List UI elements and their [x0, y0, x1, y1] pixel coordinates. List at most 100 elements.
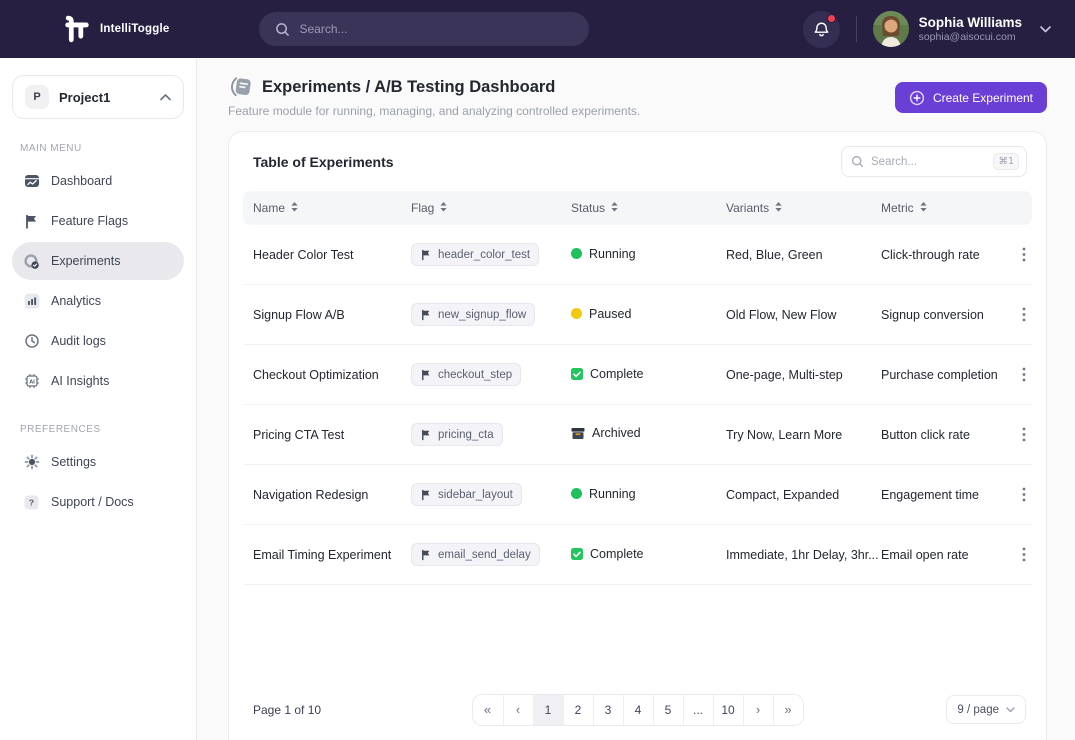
- flag-icon: [23, 213, 40, 230]
- project-name: Project1: [59, 90, 110, 105]
- row-actions-button[interactable]: [1022, 247, 1032, 262]
- column-header-name[interactable]: Name: [253, 201, 411, 215]
- search-icon: [275, 22, 290, 37]
- global-search-input[interactable]: [299, 22, 573, 36]
- experiment-metric: Email open rate: [881, 548, 1006, 562]
- table-search-input[interactable]: [871, 156, 986, 168]
- experiment-name: Navigation Redesign: [253, 488, 411, 502]
- user-name: Sophia Williams: [919, 15, 1022, 32]
- paused-status-icon: [571, 308, 582, 319]
- page-button-5[interactable]: 5: [653, 695, 683, 725]
- notification-dot: [827, 14, 836, 23]
- complete-status-icon: [571, 548, 583, 560]
- kebab-icon: [1022, 307, 1026, 322]
- kebab-icon: [1022, 547, 1026, 562]
- ai-chip-icon: AI: [23, 373, 40, 390]
- chevron-down-icon: [1040, 26, 1051, 33]
- first-page-button[interactable]: «: [473, 695, 503, 725]
- question-icon: ?: [23, 494, 40, 511]
- avatar: [873, 11, 909, 47]
- experiment-name: Signup Flow A/B: [253, 308, 411, 322]
- page-button-2[interactable]: 2: [563, 695, 593, 725]
- user-menu[interactable]: Sophia Williams sophia@aisocui.com: [873, 11, 1051, 47]
- status-badge: Paused: [571, 307, 631, 321]
- status-badge: Running: [571, 247, 636, 261]
- experiment-metric: Click-through rate: [881, 248, 1006, 262]
- flag-badge: header_color_test: [411, 243, 539, 266]
- column-header-variants[interactable]: Variants: [726, 201, 881, 215]
- sidebar-item-settings[interactable]: Settings: [12, 443, 184, 481]
- page-button-3[interactable]: 3: [593, 695, 623, 725]
- archived-status-icon: [571, 427, 585, 440]
- main-menu-label: MAIN MENU: [20, 143, 184, 154]
- last-page-button[interactable]: »: [773, 695, 803, 725]
- experiments-page-icon: [228, 75, 253, 99]
- svg-text:?: ?: [29, 497, 34, 507]
- sidebar-item-experiments[interactable]: Experiments: [12, 242, 184, 280]
- experiment-name: Header Color Test: [253, 248, 411, 262]
- complete-status-icon: [571, 368, 583, 380]
- status-badge: Running: [571, 487, 636, 501]
- experiment-variants: Red, Blue, Green: [726, 248, 881, 262]
- experiment-name: Pricing CTA Test: [253, 428, 411, 442]
- page-ellipsis[interactable]: ...: [683, 695, 713, 725]
- plus-circle-icon: [909, 90, 925, 106]
- sidebar-item-label: Experiments: [51, 254, 120, 268]
- sidebar-item-analytics[interactable]: Analytics: [12, 282, 184, 320]
- create-experiment-button[interactable]: Create Experiment: [895, 82, 1047, 113]
- sidebar: P Project1 MAIN MENU Dashboard Feature F…: [0, 58, 197, 740]
- topbar: IntelliToggle: [0, 0, 1075, 58]
- sidebar-item-label: Dashboard: [51, 174, 112, 188]
- row-actions-button[interactable]: [1022, 547, 1032, 562]
- page-button-10[interactable]: 10: [713, 695, 743, 725]
- global-search[interactable]: [259, 12, 589, 46]
- notifications-button[interactable]: [803, 11, 840, 48]
- experiment-variants: Immediate, 1hr Delay, 3hr...: [726, 548, 881, 562]
- column-header-metric[interactable]: Metric: [881, 201, 1006, 215]
- create-experiment-label: Create Experiment: [933, 91, 1033, 105]
- flag-icon: [420, 249, 432, 261]
- experiment-variants: Old Flow, New Flow: [726, 308, 881, 322]
- row-actions-button[interactable]: [1022, 367, 1032, 382]
- next-page-button[interactable]: ›: [743, 695, 773, 725]
- page-size-select[interactable]: 9 / page: [946, 695, 1026, 724]
- sidebar-item-feature-flags[interactable]: Feature Flags: [12, 202, 184, 240]
- project-selector[interactable]: P Project1: [12, 75, 184, 119]
- flag-badge: new_signup_flow: [411, 303, 535, 326]
- experiment-metric: Engagement time: [881, 488, 1006, 502]
- table-search[interactable]: ⌘1: [841, 146, 1027, 177]
- table-footer: Page 1 of 10 « ‹ 1 2 3 4 5 ... 10 › » 9 …: [229, 683, 1046, 740]
- experiment-variants: Compact, Expanded: [726, 488, 881, 502]
- table-row: Email Timing Experiment email_send_delay…: [243, 525, 1032, 585]
- row-actions-button[interactable]: [1022, 487, 1032, 502]
- row-actions-button[interactable]: [1022, 427, 1032, 442]
- sidebar-item-label: Settings: [51, 455, 96, 469]
- brand-name: IntelliToggle: [100, 23, 169, 35]
- previous-page-button[interactable]: ‹: [503, 695, 533, 725]
- status-badge: Complete: [571, 367, 644, 381]
- sidebar-item-dashboard[interactable]: Dashboard: [12, 162, 184, 200]
- page-title: Experiments / A/B Testing Dashboard: [262, 78, 555, 97]
- row-actions-button[interactable]: [1022, 307, 1032, 322]
- sort-icon: [611, 201, 618, 215]
- sidebar-item-label: Analytics: [51, 294, 101, 308]
- page-button-1[interactable]: 1: [533, 695, 563, 725]
- flag-badge: email_send_delay: [411, 543, 540, 566]
- flag-icon: [420, 549, 432, 561]
- experiment-metric: Signup conversion: [881, 308, 1006, 322]
- experiment-variants: One-page, Multi-step: [726, 368, 881, 382]
- sidebar-item-label: Audit logs: [51, 334, 106, 348]
- column-header-flag[interactable]: Flag: [411, 201, 571, 215]
- page-button-4[interactable]: 4: [623, 695, 653, 725]
- sidebar-item-ai-insights[interactable]: AI AI Insights: [12, 362, 184, 400]
- experiment-name: Checkout Optimization: [253, 368, 411, 382]
- column-header-status[interactable]: Status: [571, 201, 726, 215]
- user-email: sophia@aisocui.com: [919, 31, 1022, 43]
- experiments-table-card: Table of Experiments ⌘1 Name Flag: [228, 131, 1047, 740]
- sidebar-item-support-docs[interactable]: ? Support / Docs: [12, 483, 184, 521]
- kebab-icon: [1022, 367, 1026, 382]
- page-subtitle: Feature module for running, managing, an…: [228, 104, 640, 118]
- sidebar-item-audit-logs[interactable]: Audit logs: [12, 322, 184, 360]
- experiment-variants: Try Now, Learn More: [726, 428, 881, 442]
- page-header: Experiments / A/B Testing Dashboard Feat…: [228, 75, 1047, 118]
